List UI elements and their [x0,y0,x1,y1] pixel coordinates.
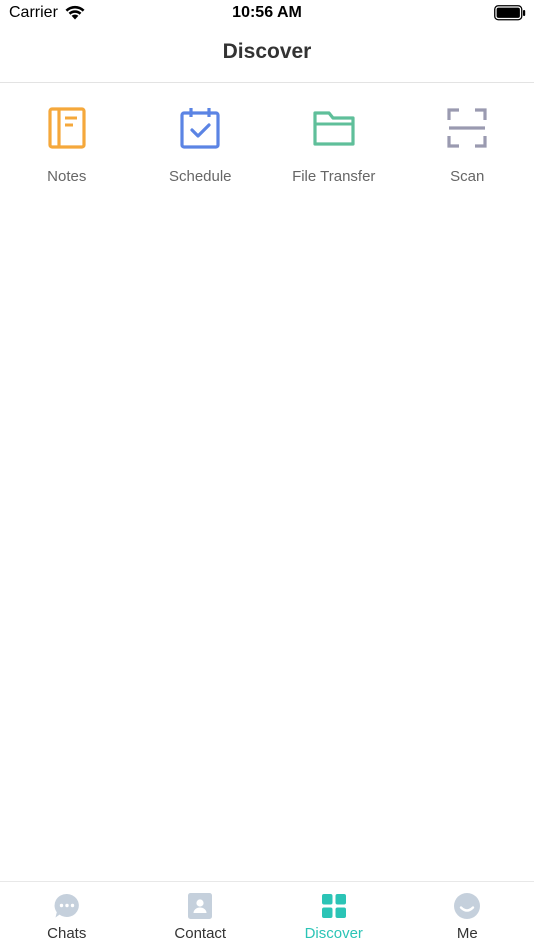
tab-me[interactable]: Me [401,882,534,950]
smiley-icon [453,892,481,920]
battery-icon [494,5,526,21]
calendar-check-icon [178,106,222,150]
feature-label: Scan [450,168,485,185]
feature-schedule[interactable]: Schedule [134,100,268,200]
tab-label: Chats [47,925,87,942]
feature-label: Schedule [168,168,232,185]
feature-file-transfer[interactable]: File Transfer [267,100,401,200]
page-title: Discover [222,40,312,63]
navigation-bar: Discover [0,28,534,83]
discover-screen: Carrier 10:56 AM Discover Notes Schedule… [0,0,534,950]
tab-discover[interactable]: Discover [267,882,401,950]
tab-chats[interactable]: Chats [0,882,134,950]
feature-scan[interactable]: Scan [401,100,534,200]
grid-icon [320,892,348,920]
tab-label: Contact [174,925,227,942]
contact-card-icon [186,892,214,920]
status-bar: Carrier 10:56 AM [0,0,534,28]
notebook-icon [45,106,89,150]
feature-label: Notes [47,168,87,185]
clock-time: 10:56 AM [232,4,302,21]
feature-label: File Transfer [292,168,376,185]
folder-icon [312,106,356,150]
tab-label: Discover [304,925,363,942]
chat-bubble-icon [53,892,81,920]
scan-icon [445,106,489,150]
tab-bar: Chats Contact Discover Me [0,881,534,950]
feature-grid: Notes Schedule File Transfer Scan [0,100,534,200]
tab-label: Me [456,925,478,942]
tab-contact[interactable]: Contact [134,882,268,950]
feature-notes[interactable]: Notes [0,100,134,200]
